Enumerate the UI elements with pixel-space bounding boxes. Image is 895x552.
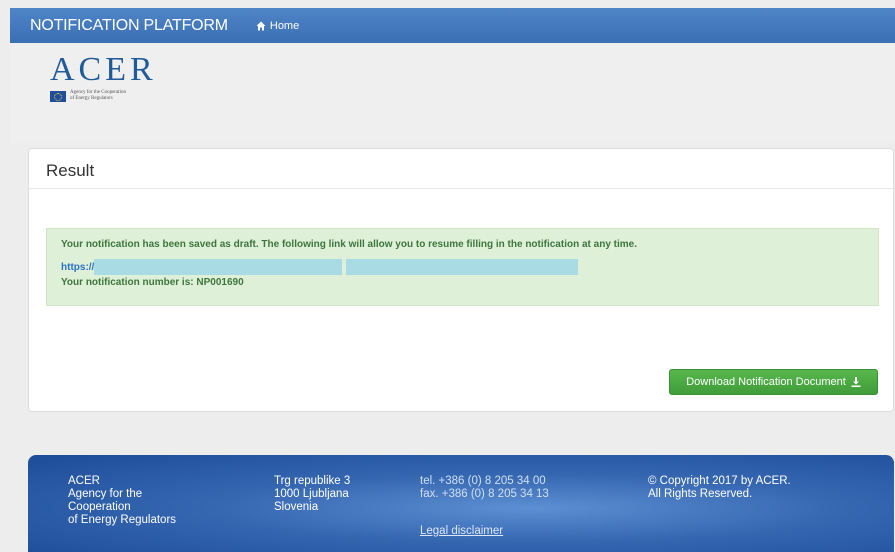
home-icon: [256, 21, 266, 30]
eu-flag-icon: [50, 91, 66, 102]
download-icon: [851, 377, 861, 387]
footer-contact: tel. +386 (0) 8 205 34 00 fax. +386 (0) …: [420, 475, 549, 500]
resume-link[interactable]: https://: [61, 262, 94, 273]
redacted-link-part[interactable]: [94, 259, 343, 275]
acer-logo[interactable]: ACER Agency for the Cooperation of Energ…: [50, 53, 157, 102]
page-footer: ACER Agency for the Cooperation of Energ…: [28, 455, 894, 552]
page-header: ACER Agency for the Cooperation of Energ…: [10, 43, 895, 143]
result-panel: Result Your notification has been saved …: [28, 148, 894, 412]
success-alert: Your notification has been saved as draf…: [46, 228, 879, 306]
download-notification-button[interactable]: Download Notification Document: [669, 369, 878, 395]
panel-title: Result: [29, 149, 893, 189]
home-link-label: Home: [269, 19, 300, 32]
notification-number: Your notification number is: NP001690: [61, 277, 244, 288]
redacted-link-part[interactable]: [346, 259, 579, 275]
logo-tagline: Agency for the Cooperation of Energy Reg…: [70, 90, 126, 101]
home-link[interactable]: Home: [256, 20, 299, 32]
footer-address: Trg republike 3 1000 Ljubljana Slovenia: [274, 475, 351, 513]
resume-link-row: https://: [61, 259, 864, 275]
logo-word: ACER: [50, 51, 157, 88]
legal-disclaimer-link[interactable]: Legal disclaimer: [420, 525, 503, 538]
platform-brand[interactable]: NOTIFICATION PLATFORM: [30, 17, 228, 35]
draft-saved-message: Your notification has been saved as draf…: [61, 239, 637, 250]
footer-copyright: © Copyright 2017 by ACER. All Rights Res…: [648, 475, 791, 500]
download-button-label: Download Notification Document: [686, 376, 846, 388]
footer-agency: ACER Agency for the Cooperation of Energ…: [68, 475, 177, 526]
top-navbar: NOTIFICATION PLATFORM Home: [10, 8, 895, 43]
